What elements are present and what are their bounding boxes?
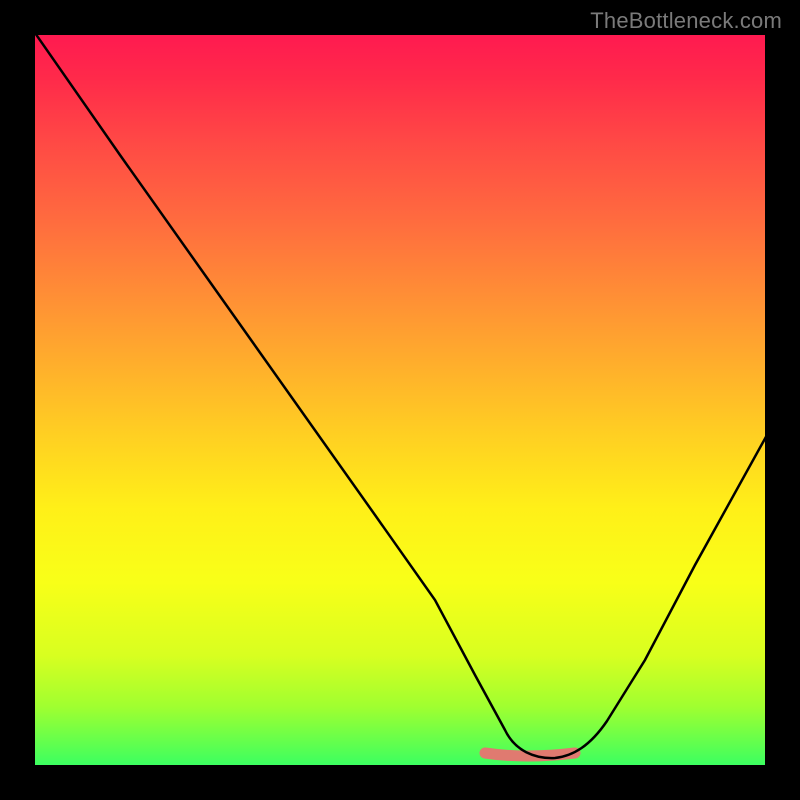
- plot-area: [35, 35, 765, 765]
- curve-layer: [35, 35, 765, 765]
- bottleneck-curve: [35, 35, 765, 758]
- chart-frame: TheBottleneck.com: [0, 0, 800, 800]
- watermark-text: TheBottleneck.com: [590, 8, 782, 34]
